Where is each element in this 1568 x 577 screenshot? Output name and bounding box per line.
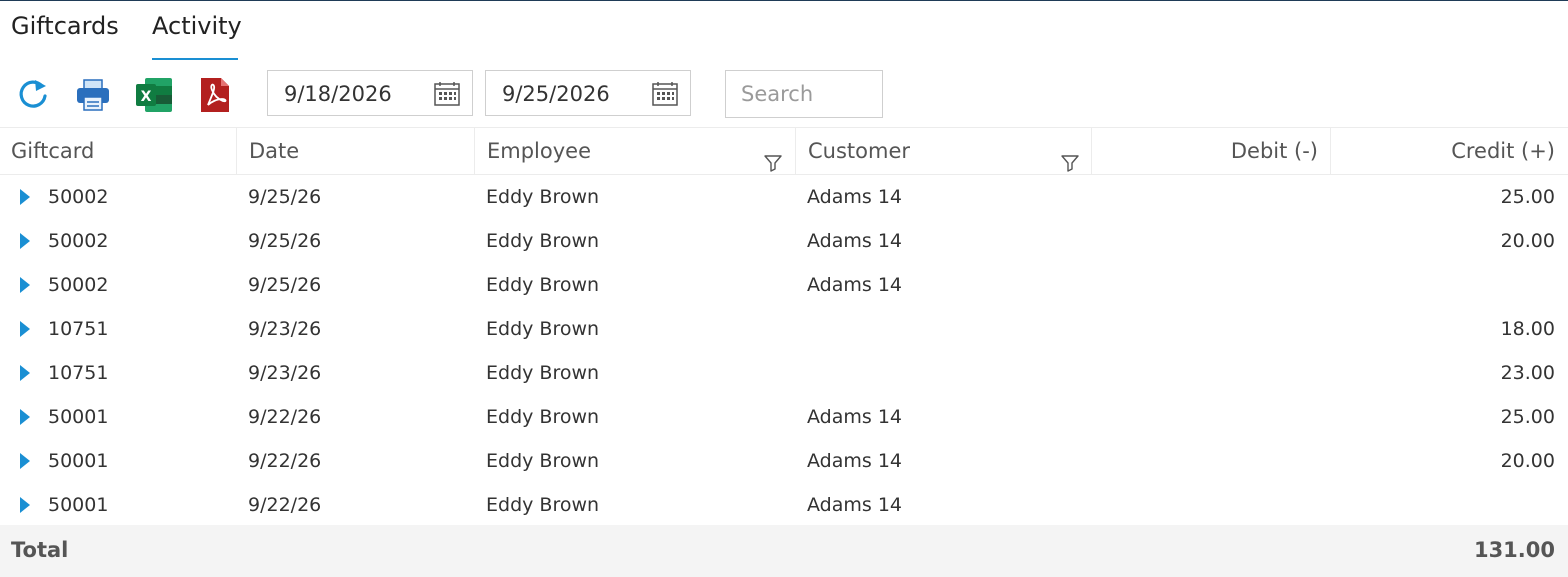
column-header-debit[interactable]: Debit (-) bbox=[1091, 128, 1330, 174]
cell-customer: Adams 14 bbox=[807, 494, 902, 516]
cell-debit bbox=[1091, 439, 1317, 483]
expand-row-icon[interactable] bbox=[18, 408, 32, 426]
printer-icon[interactable] bbox=[75, 77, 111, 113]
cell-customer bbox=[807, 307, 1091, 351]
cell-customer: Adams 14 bbox=[807, 230, 902, 252]
cell-giftcard: 50002 bbox=[48, 274, 109, 296]
cell-credit bbox=[1330, 263, 1555, 307]
expand-row-icon[interactable] bbox=[18, 320, 32, 338]
column-header-credit[interactable]: Credit (+) bbox=[1330, 128, 1568, 174]
date-to-value: 9/25/2026 bbox=[502, 82, 610, 106]
cell-customer: Adams 14 bbox=[807, 450, 902, 472]
cell-customer: Adams 14 bbox=[807, 406, 902, 428]
cell-debit bbox=[1091, 395, 1317, 439]
filter-icon[interactable] bbox=[764, 142, 782, 172]
credit-total: 131.00 bbox=[1473, 538, 1555, 562]
table-row[interactable]: 50002 9/25/26 Eddy Brown Adams 14 20.00 bbox=[0, 219, 1568, 263]
cell-giftcard: 10751 bbox=[48, 362, 109, 384]
cell-date: 9/23/26 bbox=[248, 362, 322, 384]
cell-giftcard: 50001 bbox=[48, 406, 109, 428]
cell-employee: Eddy Brown bbox=[486, 362, 600, 384]
table-row[interactable]: 50002 9/25/26 Eddy Brown Adams 14 25.00 bbox=[0, 175, 1568, 219]
cell-date: 9/25/26 bbox=[248, 230, 322, 252]
cell-giftcard: 10751 bbox=[48, 318, 109, 340]
tab-activity[interactable]: Activity bbox=[152, 12, 242, 40]
cell-debit bbox=[1091, 219, 1317, 263]
cell-giftcard: 50002 bbox=[48, 230, 109, 252]
expand-row-icon[interactable] bbox=[18, 452, 32, 470]
cell-employee: Eddy Brown bbox=[486, 274, 600, 296]
cell-customer bbox=[807, 351, 1091, 395]
cell-date: 9/23/26 bbox=[248, 318, 322, 340]
cell-employee: Eddy Brown bbox=[486, 406, 600, 428]
expand-row-icon[interactable] bbox=[18, 364, 32, 382]
cell-debit bbox=[1091, 263, 1317, 307]
cell-customer: Adams 14 bbox=[807, 186, 902, 208]
cell-credit: 18.00 bbox=[1500, 318, 1555, 340]
expand-row-icon[interactable] bbox=[18, 232, 32, 250]
table-row[interactable]: 50001 9/22/26 Eddy Brown Adams 14 25.00 bbox=[0, 395, 1568, 439]
cell-date: 9/22/26 bbox=[248, 494, 322, 516]
column-header-customer[interactable]: Customer bbox=[795, 128, 1091, 174]
cell-credit: 25.00 bbox=[1500, 186, 1555, 208]
grid-header: Giftcard Date Employee Customer Debit (-… bbox=[0, 127, 1568, 175]
tab-bar: Giftcards Activity bbox=[0, 1, 1568, 61]
active-tab-indicator bbox=[152, 58, 238, 60]
cell-giftcard: 50002 bbox=[48, 186, 109, 208]
table-row[interactable]: 10751 9/23/26 Eddy Brown 18.00 bbox=[0, 307, 1568, 351]
svg-text:X: X bbox=[141, 89, 152, 105]
cell-date: 9/22/26 bbox=[248, 406, 322, 428]
excel-icon[interactable]: X bbox=[135, 77, 172, 113]
table-row[interactable]: 10751 9/23/26 Eddy Brown 23.00 bbox=[0, 351, 1568, 395]
calendar-icon[interactable] bbox=[652, 81, 678, 107]
pdf-icon[interactable] bbox=[197, 77, 233, 113]
cell-date: 9/25/26 bbox=[248, 274, 322, 296]
column-header-date[interactable]: Date bbox=[236, 128, 474, 174]
cell-giftcard: 50001 bbox=[48, 450, 109, 472]
cell-date: 9/25/26 bbox=[248, 186, 322, 208]
cell-credit: 25.00 bbox=[1500, 406, 1555, 428]
filter-icon[interactable] bbox=[1061, 142, 1079, 172]
search-input[interactable] bbox=[725, 70, 883, 118]
expand-row-icon[interactable] bbox=[18, 276, 32, 294]
cell-customer: Adams 14 bbox=[807, 274, 902, 296]
column-header-giftcard[interactable]: Giftcard bbox=[0, 128, 236, 174]
cell-debit bbox=[1091, 351, 1317, 395]
cell-employee: Eddy Brown bbox=[486, 318, 600, 340]
grid-footer: Total 131.00 bbox=[0, 525, 1568, 577]
total-label: Total bbox=[11, 538, 69, 562]
date-to-field[interactable]: 9/25/2026 bbox=[485, 70, 691, 116]
cell-credit: 20.00 bbox=[1500, 450, 1555, 472]
calendar-icon[interactable] bbox=[434, 81, 460, 107]
expand-row-icon[interactable] bbox=[18, 188, 32, 206]
cell-debit bbox=[1091, 175, 1317, 219]
cell-employee: Eddy Brown bbox=[486, 450, 600, 472]
cell-credit: 20.00 bbox=[1500, 230, 1555, 252]
cell-debit bbox=[1091, 307, 1317, 351]
cell-debit bbox=[1091, 483, 1317, 527]
toolbar: X 9/18/2026 9/25/2026 bbox=[0, 69, 1568, 121]
column-header-employee[interactable]: Employee bbox=[474, 128, 795, 174]
cell-employee: Eddy Brown bbox=[486, 494, 600, 516]
cell-date: 9/22/26 bbox=[248, 450, 322, 472]
table-row[interactable]: 50001 9/22/26 Eddy Brown Adams 14 bbox=[0, 483, 1568, 527]
table-row[interactable]: 50001 9/22/26 Eddy Brown Adams 14 20.00 bbox=[0, 439, 1568, 483]
expand-row-icon[interactable] bbox=[18, 496, 32, 514]
refresh-icon[interactable] bbox=[15, 77, 51, 113]
cell-employee: Eddy Brown bbox=[486, 186, 600, 208]
cell-employee: Eddy Brown bbox=[486, 230, 600, 252]
cell-credit: 23.00 bbox=[1500, 362, 1555, 384]
cell-credit bbox=[1330, 483, 1555, 527]
tab-giftcards[interactable]: Giftcards bbox=[11, 12, 119, 40]
cell-giftcard: 50001 bbox=[48, 494, 109, 516]
date-from-field[interactable]: 9/18/2026 bbox=[267, 70, 473, 116]
date-from-value: 9/18/2026 bbox=[284, 82, 392, 106]
table-row[interactable]: 50002 9/25/26 Eddy Brown Adams 14 bbox=[0, 263, 1568, 307]
